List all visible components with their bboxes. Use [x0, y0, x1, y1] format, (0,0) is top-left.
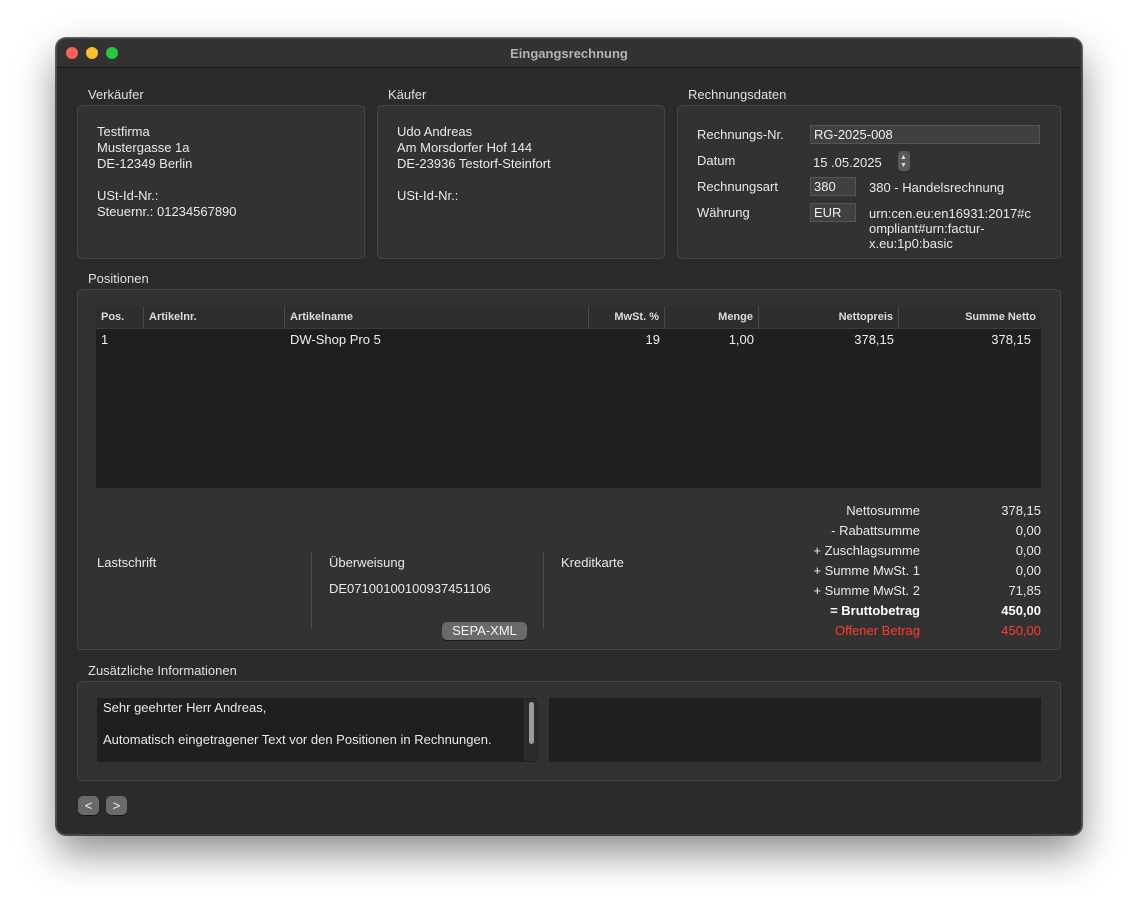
invoice-number-field[interactable]: RG-2025-008 — [810, 125, 1040, 144]
vat2-total-label: + Summe MwSt. 2 — [813, 583, 920, 598]
stepper-up-icon[interactable]: ▲ — [900, 154, 907, 161]
credit-card-label: Kreditkarte — [561, 555, 624, 570]
buyer-box: Udo Andreas Am Morsdorfer Hof 144 DE-239… — [377, 105, 665, 259]
column-header-article-no[interactable]: Artikelnr. — [144, 306, 285, 328]
seller-tax-no: Steuernr.: 01234567890 — [97, 204, 237, 219]
additional-info-scrollbar[interactable] — [524, 699, 538, 761]
additional-info-line-2: Automatisch eingetragener Text vor den P… — [103, 732, 492, 747]
profile-line-2: ompliant#urn:factur- — [869, 221, 985, 236]
profile-line-1: urn:cen.eu:en16931:2017#c — [869, 206, 1031, 221]
previous-button[interactable]: < — [78, 796, 99, 815]
column-header-net-price[interactable]: Nettopreis — [759, 306, 899, 328]
date-field[interactable]: 15 .05.2025 — [813, 155, 882, 171]
iban-value: DE07100100100937451106 — [329, 581, 491, 596]
additional-info-textarea[interactable]: Sehr geehrter Herr Andreas, Automatisch … — [97, 698, 536, 762]
cell-net-price: 378,15 — [854, 332, 894, 347]
currency-label: Währung — [697, 205, 750, 220]
discount-total-value: 0,00 — [1015, 523, 1041, 538]
column-header-vat[interactable]: MwSt. % — [589, 306, 665, 328]
cell-article-no — [144, 330, 285, 350]
invoice-data-section-label: Rechnungsdaten — [688, 87, 787, 102]
scrollbar-thumb[interactable] — [529, 702, 534, 744]
seller-city: DE-12349 Berlin — [97, 156, 193, 171]
open-amount-label: Offener Betrag — [834, 623, 920, 638]
gross-total-value: 450,00 — [1001, 603, 1041, 618]
profile-line-3: x.eu:1p0:basic — [869, 236, 953, 251]
additional-info-secondary-area[interactable] — [549, 698, 1041, 762]
cell-net-sum: 378,15 — [991, 332, 1031, 347]
transfer-label: Überweisung — [329, 555, 405, 570]
invoice-type-field[interactable]: 380 — [810, 177, 856, 196]
payment-divider — [311, 551, 312, 629]
invoice-type-description: 380 - Handelsrechnung — [869, 180, 1005, 195]
seller-section-label: Verkäufer — [88, 87, 144, 102]
table-header: Pos. Artikelnr. Artikelname MwSt. % Meng… — [96, 306, 1041, 329]
invoice-window: Eingangsrechnung Verkäufer Testfirma Mus… — [56, 38, 1082, 835]
cell-vat: 19 — [645, 332, 660, 347]
seller-vat-id: USt-Id-Nr.: — [97, 188, 159, 203]
vat2-total-value: 71,85 — [1008, 583, 1041, 598]
invoice-number-label: Rechnungs-Nr. — [697, 127, 784, 142]
buyer-city: DE-23936 Testorf-Steinfort — [397, 156, 551, 171]
next-button[interactable]: > — [106, 796, 127, 815]
title-bar: Eingangsrechnung — [57, 39, 1081, 68]
window-title: Eingangsrechnung — [510, 46, 628, 61]
column-header-pos[interactable]: Pos. — [96, 306, 144, 328]
cell-quantity: 1,00 — [728, 332, 754, 347]
date-stepper[interactable]: ▲ ▼ — [898, 151, 910, 171]
cell-pos: 1 — [101, 332, 109, 347]
open-amount-value: 450,00 — [1001, 623, 1041, 638]
column-header-quantity[interactable]: Menge — [665, 306, 759, 328]
buyer-section-label: Käufer — [388, 87, 427, 102]
buyer-vat-id: USt-Id-Nr.: — [397, 188, 459, 203]
payment-divider — [543, 551, 544, 629]
additional-info-line-1: Sehr geehrter Herr Andreas, — [103, 700, 267, 715]
surcharge-total-label: + Zuschlagsumme — [813, 543, 920, 558]
gross-total-label: = Bruttobetrag — [830, 603, 920, 618]
sepa-xml-button[interactable]: SEPA-XML — [442, 622, 527, 640]
positions-section-label: Positionen — [88, 271, 149, 286]
buyer-name: Udo Andreas — [397, 124, 473, 139]
net-total-label: Nettosumme — [846, 503, 920, 518]
seller-street: Mustergasse 1a — [97, 140, 190, 155]
date-label: Datum — [697, 153, 736, 168]
discount-total-label: - Rabattsumme — [831, 523, 920, 538]
seller-box: Testfirma Mustergasse 1a DE-12349 Berlin… — [77, 105, 365, 259]
cell-article-name: DW-Shop Pro 5 — [290, 332, 381, 347]
invoice-data-box: Rechnungs-Nr. RG-2025-008 Datum 15 .05.2… — [677, 105, 1061, 259]
currency-field[interactable]: EUR — [810, 203, 856, 222]
invoice-type-label: Rechnungsart — [697, 179, 778, 194]
column-header-article-name[interactable]: Artikelname — [285, 306, 589, 328]
stepper-down-icon[interactable]: ▼ — [900, 162, 907, 169]
vat1-total-label: + Summe MwSt. 1 — [813, 563, 920, 578]
net-total-value: 378,15 — [1001, 503, 1041, 518]
additional-info-section-label: Zusätzliche Informationen — [88, 663, 237, 678]
column-header-net-sum[interactable]: Summe Netto — [899, 306, 1041, 328]
surcharge-total-value: 0,00 — [1015, 543, 1041, 558]
vat1-total-value: 0,00 — [1015, 563, 1041, 578]
positions-table[interactable]: Pos. Artikelnr. Artikelname MwSt. % Meng… — [96, 306, 1041, 488]
seller-name: Testfirma — [97, 124, 150, 139]
buyer-street: Am Morsdorfer Hof 144 — [397, 140, 533, 155]
direct-debit-label: Lastschrift — [97, 555, 157, 570]
